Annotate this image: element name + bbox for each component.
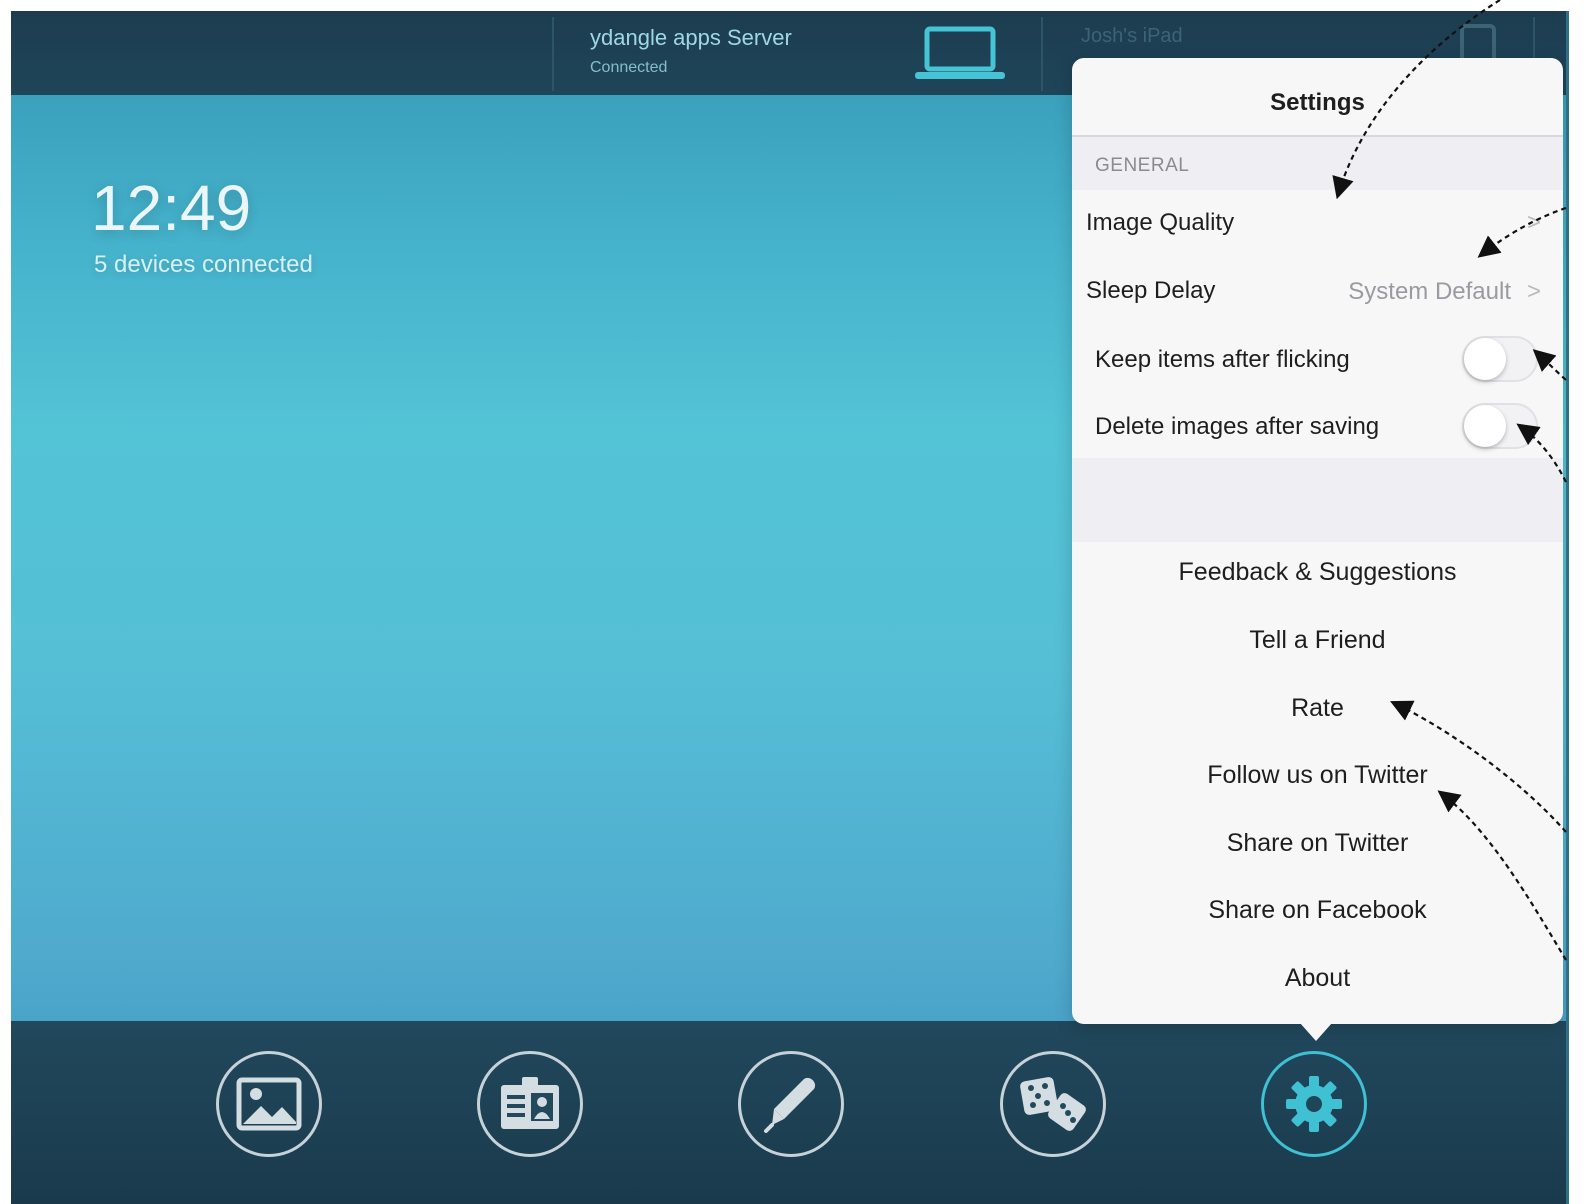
image-quality-row[interactable]: Image Quality > [1072, 192, 1563, 256]
keep-items-toggle[interactable] [1462, 336, 1538, 382]
frame-edge [1566, 11, 1569, 1204]
keep-items-label: Keep items after flicking [1095, 346, 1350, 373]
settings-popover: Settings GENERAL Image Quality > Sleep D… [1072, 58, 1563, 1024]
about-button[interactable]: About [1072, 964, 1563, 993]
chevron-right-icon: > [1526, 209, 1541, 236]
laptop-icon [915, 26, 1005, 79]
dice-icon [1020, 1077, 1086, 1131]
device-server[interactable]: ydangle apps Server Connected [554, 11, 1042, 95]
chevron-right-icon: > [1526, 278, 1541, 305]
toggle-knob [1464, 405, 1506, 447]
gear-icon [1286, 1076, 1342, 1132]
delete-images-label: Delete images after saving [1095, 413, 1380, 440]
share-facebook-button[interactable]: Share on Facebook [1072, 896, 1563, 925]
popover-title: Settings [1270, 89, 1365, 116]
device-server-status: Connected [590, 59, 668, 76]
popover-arrow [1300, 1023, 1332, 1041]
clock-time: 12:49 [91, 172, 252, 244]
sleep-delay-value: System Default [1348, 278, 1511, 305]
section-label-general: GENERAL [1095, 155, 1190, 176]
image-icon [236, 1077, 302, 1131]
tab-draw[interactable] [738, 1051, 844, 1157]
delete-images-row: Delete images after saving [1072, 396, 1563, 460]
devices-connected-label: 5 devices connected [94, 251, 313, 278]
tell-a-friend-button[interactable]: Tell a Friend [1072, 626, 1563, 655]
device-ipad-name: Josh's iPad [1081, 25, 1183, 47]
device-server-name: ydangle apps Server [590, 25, 792, 50]
app-screen: ydangle apps Server Connected Josh's iPa… [11, 11, 1566, 1204]
tab-games[interactable] [1000, 1051, 1106, 1157]
keep-items-row: Keep items after flicking [1072, 328, 1563, 392]
rate-button[interactable]: Rate [1072, 694, 1563, 723]
sleep-delay-label: Sleep Delay [1086, 277, 1216, 304]
tab-contacts[interactable] [477, 1051, 583, 1157]
contact-card-icon [501, 1077, 559, 1129]
tab-images[interactable] [216, 1051, 322, 1157]
delete-images-toggle[interactable] [1462, 403, 1538, 449]
pen-icon [764, 1077, 816, 1133]
section-gap [1072, 458, 1563, 542]
toggle-knob [1464, 338, 1506, 380]
share-twitter-button[interactable]: Share on Twitter [1072, 829, 1563, 858]
follow-twitter-button[interactable]: Follow us on Twitter [1072, 761, 1563, 790]
tab-settings[interactable] [1261, 1051, 1367, 1157]
feedback-button[interactable]: Feedback & Suggestions [1072, 558, 1563, 587]
image-quality-label: Image Quality [1086, 209, 1235, 236]
sleep-delay-row[interactable]: Sleep Delay System Default > [1072, 260, 1563, 324]
